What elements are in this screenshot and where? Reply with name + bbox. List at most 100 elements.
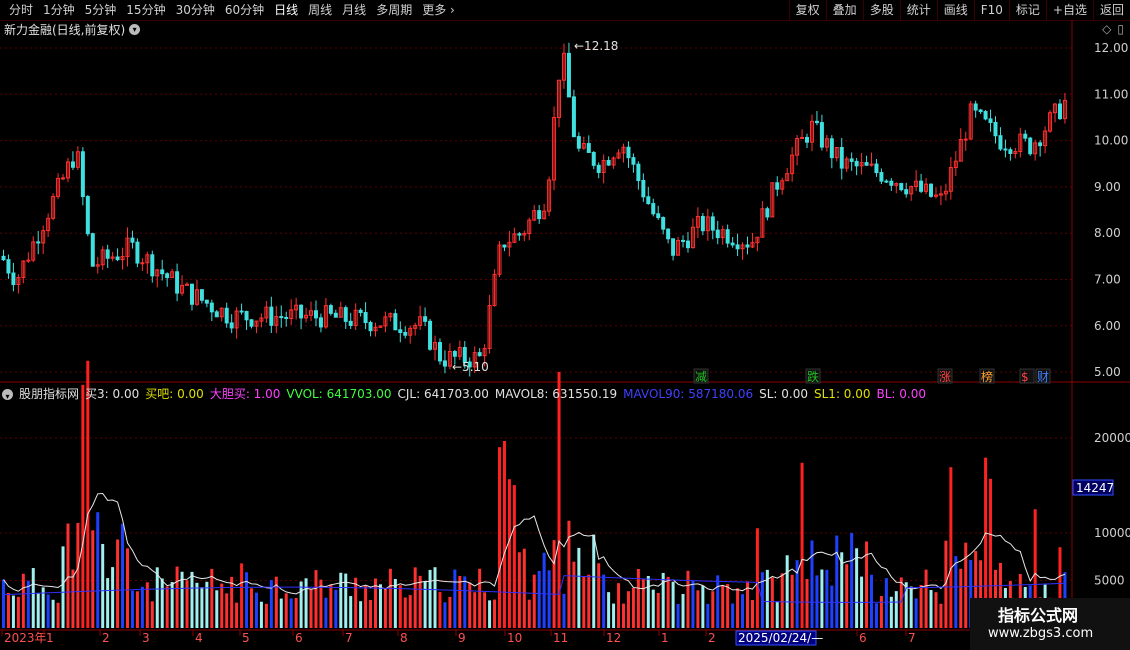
volume-bar: [696, 590, 700, 628]
candle: [299, 304, 304, 319]
candle: [214, 311, 219, 318]
volume-bar: [448, 596, 452, 628]
volume-bar: [468, 582, 472, 628]
volume-bar: [6, 592, 10, 628]
candle: [993, 121, 998, 137]
candle: [368, 322, 373, 332]
volume-bar: [889, 596, 893, 628]
candle: [537, 210, 542, 220]
volume-bar: [874, 603, 878, 628]
volume-bar: [617, 583, 621, 628]
volume-bar: [175, 566, 179, 628]
candle: [1003, 148, 1008, 151]
candle: [636, 163, 641, 181]
volume-bar: [870, 574, 873, 628]
price-tick-label: 8.00: [1094, 226, 1121, 240]
volume-bar: [71, 569, 75, 628]
volume-bar: [359, 601, 363, 628]
volume-bar: [547, 570, 551, 628]
volume-bar: [200, 587, 204, 628]
volume-bar: [408, 595, 412, 628]
candle: [6, 259, 11, 274]
candle: [1057, 103, 1062, 120]
candle: [1, 255, 6, 261]
volume-bar: [61, 546, 65, 628]
volume-bar: [656, 592, 660, 628]
candle: [175, 271, 180, 294]
volume-bar: [820, 569, 824, 628]
volume-bar: [121, 523, 125, 628]
candle: [854, 160, 859, 167]
candle: [313, 310, 318, 319]
volume-bar: [587, 574, 591, 628]
candle: [839, 147, 844, 169]
volume-bar: [602, 574, 606, 628]
volume-bar: [716, 575, 720, 628]
candle: [805, 136, 810, 143]
volume-bar: [706, 603, 710, 628]
indicator-field: 买3: 0.00: [85, 387, 140, 401]
volume-bar: [562, 593, 566, 628]
candle: [279, 316, 284, 319]
indicator-menu-icon[interactable]: ▾: [2, 388, 13, 401]
indicator-field: MAVOL90: 587180.06: [623, 387, 754, 401]
volume-bar: [225, 593, 229, 628]
volume-bar: [582, 576, 586, 628]
volume-bar: [800, 462, 804, 628]
candle: [318, 317, 323, 328]
volume-bar: [413, 567, 417, 628]
candle: [988, 118, 993, 123]
price-tick-label: 11.00: [1094, 87, 1128, 101]
volume-bar: [438, 591, 442, 628]
volume-bar: [279, 598, 283, 628]
candle: [452, 350, 457, 357]
volume-bar: [339, 572, 343, 628]
candle: [745, 244, 750, 248]
candle: [671, 238, 676, 256]
candle: [591, 151, 596, 166]
time-tick-label: 10: [507, 631, 522, 645]
volume-bar: [909, 586, 913, 628]
candle: [576, 136, 581, 149]
time-tick-label: 2: [708, 631, 716, 645]
volume-bar: [66, 523, 70, 628]
candle: [269, 306, 274, 326]
price-tick-label: 7.00: [1094, 273, 1121, 287]
candle: [90, 233, 95, 267]
indicator-field: CJL: 641703.00: [397, 387, 489, 401]
candle: [26, 259, 31, 262]
logo-watermark: 指标公式网 www.zbgs3.com: [970, 598, 1130, 650]
candle: [765, 208, 770, 218]
time-tick-label: 12: [606, 631, 621, 645]
volume-bar: [512, 485, 516, 628]
time-tick-label: 9: [458, 631, 466, 645]
candle: [80, 151, 85, 198]
candle: [61, 177, 66, 180]
volume-bar: [661, 572, 665, 628]
volume-bar: [210, 568, 214, 628]
volume-bar: [780, 573, 784, 628]
volume-bar: [473, 592, 477, 628]
volume-bar: [398, 585, 402, 628]
candle: [284, 317, 289, 320]
candle: [661, 217, 666, 230]
candle: [929, 183, 934, 197]
volume-bar: [622, 603, 625, 628]
volume-bar: [453, 569, 457, 628]
candle: [631, 157, 636, 165]
indicator-field: 买吧: 0.00: [145, 387, 204, 401]
volume-bar: [641, 579, 645, 628]
candle: [899, 183, 904, 191]
volume-bar: [309, 589, 313, 628]
candle: [209, 302, 214, 313]
time-tick-label: 1: [661, 631, 669, 645]
candle: [11, 272, 16, 286]
volume-bar: [140, 586, 144, 628]
volume-bar: [403, 597, 407, 628]
volume-bar: [433, 567, 437, 628]
volume-bar: [478, 568, 482, 628]
kline-chart[interactable]: 12.00 11.00 10.00 9.00 8.00 7.00 6.00 5.00 ←12.1…: [0, 0, 1130, 650]
indicator-field: BL: 0.00: [876, 387, 927, 401]
volume-bar: [850, 532, 854, 628]
candle: [735, 244, 740, 250]
